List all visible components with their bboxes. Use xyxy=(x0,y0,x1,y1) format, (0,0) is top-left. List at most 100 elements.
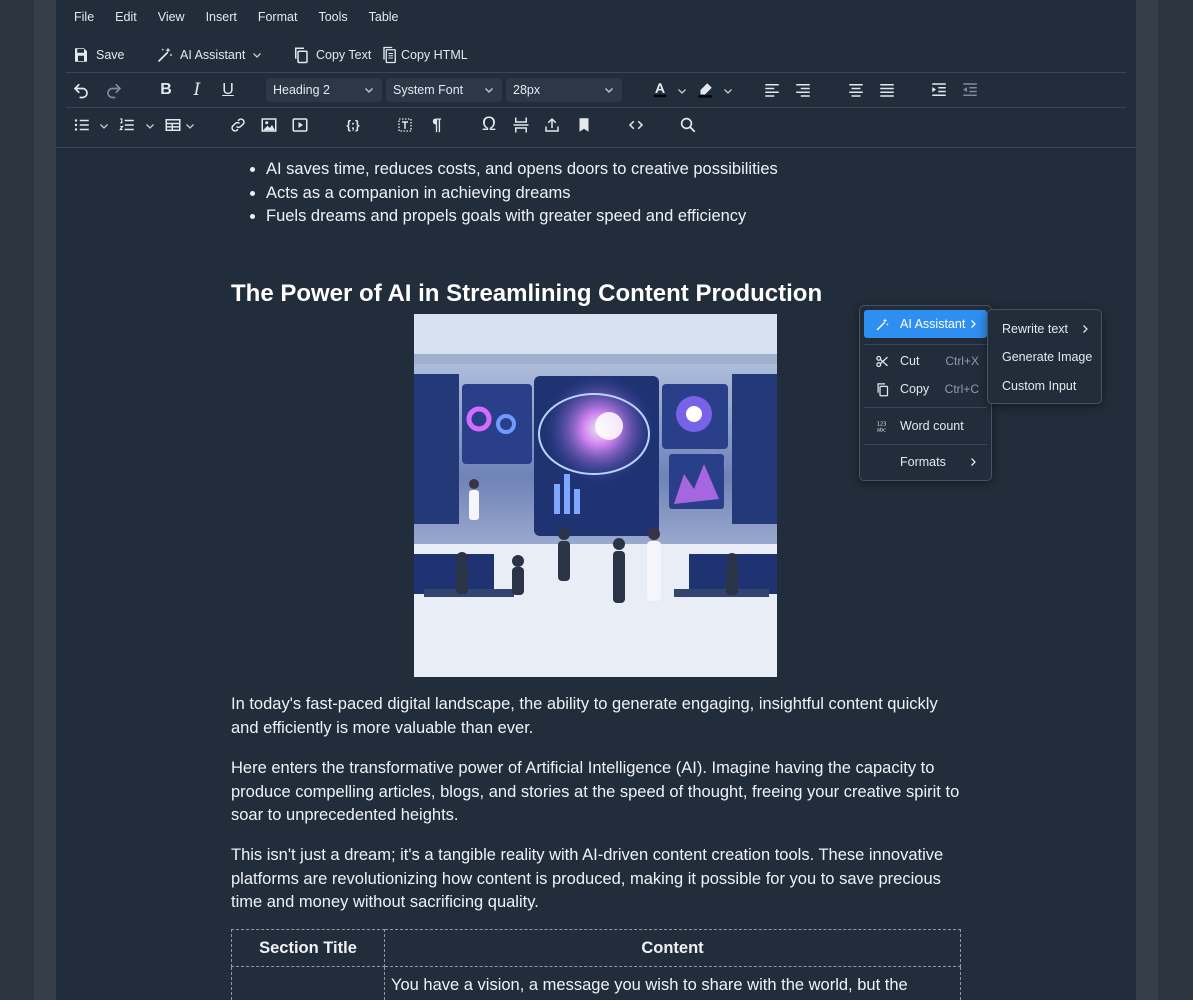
ai-assistant-submenu: Rewrite text Generate Image Custom Input xyxy=(987,309,1102,404)
menu-view[interactable]: View xyxy=(154,10,189,30)
paragraph-mark-icon[interactable]: ¶ xyxy=(426,114,448,136)
menu-separator xyxy=(864,344,987,345)
chevron-down-icon xyxy=(485,88,493,93)
image-icon[interactable] xyxy=(258,114,280,136)
menu-file[interactable]: File xyxy=(66,10,98,30)
italic-icon[interactable]: I xyxy=(186,79,208,101)
template-icon[interactable] xyxy=(394,114,416,136)
align-left-icon[interactable] xyxy=(761,79,783,101)
chevron-down-icon xyxy=(605,88,613,93)
chevron-down-icon[interactable] xyxy=(98,119,110,131)
menu-edit[interactable]: Edit xyxy=(111,10,141,30)
list-item: Fuels dreams and propels goals with grea… xyxy=(266,205,778,229)
bullet-list: AI saves time, reduces costs, and opens … xyxy=(231,158,778,229)
code-sample-icon[interactable]: {;} xyxy=(342,114,364,136)
copy-icon xyxy=(295,47,308,64)
media-icon[interactable] xyxy=(289,114,311,136)
font-size-select[interactable]: 28px xyxy=(506,78,622,102)
paragraph: This isn't just a dream; it's a tangible… xyxy=(231,846,944,911)
submenu-item-label: Custom Input xyxy=(1002,379,1077,393)
magic-wand-icon xyxy=(874,316,890,332)
context-item-label: Word count xyxy=(900,419,964,433)
page-break-icon[interactable] xyxy=(510,114,532,136)
copy-html-label: Copy HTML xyxy=(401,48,468,62)
align-justify-icon[interactable] xyxy=(876,79,898,101)
table-header: Section Title xyxy=(231,929,385,967)
context-item-label: AI Assistant xyxy=(900,317,966,331)
outdent-icon[interactable] xyxy=(959,79,981,101)
table-cell[interactable]: You have a vision, a message you wish to… xyxy=(384,966,961,1000)
copy-html-button[interactable]: Copy HTML xyxy=(381,46,468,64)
chevron-down-icon[interactable] xyxy=(144,119,156,131)
section-heading: The Power of AI in Streamlining Content … xyxy=(231,280,823,307)
content-table[interactable]: Section Title Content You have a vision,… xyxy=(231,929,961,1000)
chevron-right-icon xyxy=(971,320,976,328)
submenu-item-rewrite-text[interactable]: Rewrite text xyxy=(1002,319,1068,339)
right-gutter xyxy=(1136,0,1193,1000)
indent-icon[interactable] xyxy=(928,79,950,101)
copy-icon xyxy=(874,381,890,397)
align-right-icon[interactable] xyxy=(792,79,814,101)
menu-table[interactable]: Table xyxy=(365,10,403,30)
paragraph: Here enters the transformative power of … xyxy=(231,759,960,824)
font-family-value: System Font xyxy=(393,83,464,97)
bold-icon[interactable]: B xyxy=(155,79,177,101)
submenu-item-generate-image[interactable]: Generate Image xyxy=(1002,347,1092,367)
search-icon[interactable] xyxy=(677,114,699,136)
font-family-select[interactable]: System Font xyxy=(386,78,502,102)
bookmark-icon[interactable] xyxy=(573,114,595,136)
highlighter-icon[interactable] xyxy=(694,79,716,101)
menu-insert[interactable]: Insert xyxy=(202,10,241,30)
table-icon[interactable] xyxy=(162,114,184,136)
save-button[interactable]: Save xyxy=(72,46,125,64)
omega-icon[interactable]: Ω xyxy=(478,114,500,136)
chevron-down-icon[interactable] xyxy=(184,119,196,131)
text-color-icon[interactable] xyxy=(649,79,671,101)
align-center-icon[interactable] xyxy=(845,79,867,101)
copy-text-button[interactable]: Copy Text xyxy=(292,46,371,64)
chevron-down-icon[interactable] xyxy=(722,84,734,96)
save-label: Save xyxy=(96,48,125,62)
document-copy-icon xyxy=(383,46,396,64)
svg-text:abc: abc xyxy=(876,427,885,433)
block-format-select[interactable]: Heading 2 xyxy=(266,78,382,102)
toolbar-divider xyxy=(66,72,1126,73)
context-item-formats[interactable]: Formats xyxy=(864,448,987,476)
list-item: AI saves time, reduces costs, and opens … xyxy=(266,158,778,182)
submenu-item-label: Rewrite text xyxy=(1002,322,1068,336)
editor-toolbar-area: File Edit View Insert Format Tools Table… xyxy=(56,0,1136,148)
paragraph: In today's fast-paced digital landscape,… xyxy=(231,695,938,737)
chevron-down-icon[interactable] xyxy=(676,84,688,96)
underline-icon[interactable]: U xyxy=(217,79,239,101)
numbered-list-icon[interactable] xyxy=(116,114,138,136)
menu-separator xyxy=(864,444,987,445)
undo-icon[interactable] xyxy=(70,79,92,101)
chevron-down-icon xyxy=(365,88,373,93)
context-item-copy[interactable]: Copy Ctrl+C xyxy=(864,375,987,403)
menu-format[interactable]: Format xyxy=(254,10,302,30)
shortcut-hint: Ctrl+X xyxy=(945,354,979,368)
editor-content[interactable]: AI saves time, reduces costs, and opens … xyxy=(56,148,1136,1000)
link-icon[interactable] xyxy=(227,114,249,136)
table-header: Content xyxy=(384,929,961,967)
submenu-item-custom-input[interactable]: Custom Input xyxy=(1002,376,1076,396)
bullet-list-icon[interactable] xyxy=(71,114,93,136)
submenu-item-label: Generate Image xyxy=(1002,350,1093,364)
context-item-cut[interactable]: Cut Ctrl+X xyxy=(864,347,987,375)
chevron-right-icon xyxy=(1083,325,1088,333)
menu-separator xyxy=(864,407,987,408)
redo-icon[interactable] xyxy=(103,79,125,101)
context-item-label: Formats xyxy=(900,455,946,469)
context-item-ai-assistant[interactable]: AI Assistant xyxy=(864,310,987,338)
ai-lab-illustration[interactable] xyxy=(414,314,777,677)
context-item-word-count[interactable]: 123 abc Word count xyxy=(864,412,987,440)
source-code-icon[interactable] xyxy=(625,114,647,136)
scissors-icon xyxy=(874,353,890,369)
block-format-value: Heading 2 xyxy=(273,83,330,97)
menu-tools[interactable]: Tools xyxy=(314,10,351,30)
save-icon xyxy=(75,48,87,62)
rich-text-editor: File Edit View Insert Format Tools Table… xyxy=(56,0,1136,1000)
table-cell[interactable] xyxy=(231,966,385,1000)
ai-assistant-button[interactable]: AI Assistant xyxy=(156,46,269,64)
upload-icon[interactable] xyxy=(541,114,563,136)
